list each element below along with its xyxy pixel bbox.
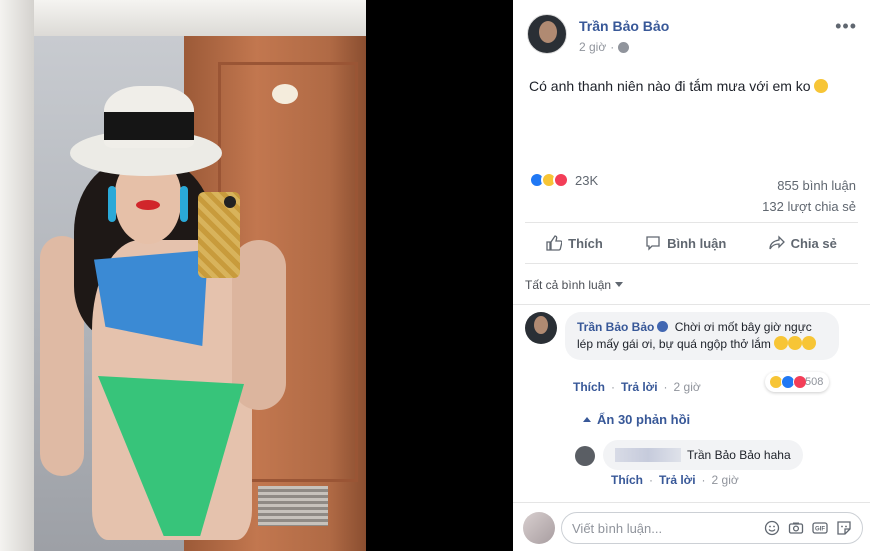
svg-text:GIF: GIF	[815, 527, 825, 533]
share-count[interactable]: 132 lượt chia sẻ	[762, 196, 856, 217]
comment-tools: GIF	[764, 520, 852, 536]
comment-actions: Thích · Trả lời · 2 giờ	[573, 380, 701, 394]
reply-actions: Thích · Trả lời · 2 giờ	[611, 473, 739, 487]
caret-down-icon	[615, 282, 624, 287]
photo-earring-right	[180, 186, 188, 222]
comment-reactions[interactable]: 508	[765, 372, 830, 392]
sticker-icon[interactable]	[836, 520, 852, 536]
comment-count[interactable]: 855 bình luận	[762, 175, 856, 196]
reply-text: Trần Bảo Bảo haha	[687, 448, 791, 462]
photo-lips	[136, 200, 160, 210]
more-icon[interactable]: •••	[835, 16, 857, 37]
divider	[513, 304, 870, 305]
comment-author[interactable]: Trần Bảo Bảo	[577, 320, 654, 334]
rofl-emoji-icon	[788, 336, 803, 350]
divider	[513, 502, 870, 503]
photo-viewer	[0, 0, 513, 551]
comment-sort-dropdown[interactable]: Tất cả bình luận	[525, 278, 624, 292]
comment-label: Bình luận	[667, 235, 727, 251]
current-user-avatar	[523, 512, 555, 544]
dot-separator: ·	[701, 473, 706, 487]
gif-icon[interactable]: GIF	[812, 520, 828, 536]
comment-reply-link[interactable]: Trả lời	[621, 380, 658, 394]
photo-phone-camera	[224, 196, 236, 208]
comment-button[interactable]: Bình luận	[645, 235, 726, 251]
photo-mirror-frame-left	[0, 0, 34, 551]
photo-earring-left	[108, 186, 116, 222]
share-button[interactable]: Chia sẻ	[768, 235, 837, 251]
author-name[interactable]: Trần Bảo Bảo	[579, 18, 669, 34]
dot-separator: ·	[663, 380, 668, 394]
post-actions: Thích Bình luận Chia sẻ	[525, 222, 858, 264]
reply-avatar[interactable]	[575, 446, 595, 466]
write-comment-input[interactable]: Viết bình luận... GIF	[561, 512, 863, 544]
emoji-icon[interactable]	[764, 520, 780, 536]
reply-reply-link[interactable]: Trả lời	[659, 473, 696, 487]
comment-avatar[interactable]	[525, 312, 557, 344]
post-header: Trần Bảo Bảo 2 giờ · •••	[527, 14, 857, 58]
author-avatar[interactable]	[527, 14, 567, 54]
share-label: Chia sẻ	[790, 235, 837, 251]
comment-time[interactable]: 2 giờ	[674, 380, 701, 394]
dot-separator: ·	[611, 380, 615, 394]
photo-hat-band	[104, 112, 194, 140]
reply-like-link[interactable]: Thích	[611, 473, 643, 487]
write-comment-placeholder: Viết bình luận...	[572, 520, 663, 536]
rofl-emoji-icon	[774, 336, 789, 350]
photo-vent	[258, 486, 328, 526]
reply-bubble: Trần Bảo Bảo haha	[603, 440, 803, 470]
camera-icon[interactable]	[788, 520, 804, 536]
grinning-emoji-icon	[814, 79, 829, 93]
comment-like-link[interactable]: Thích	[573, 380, 605, 394]
photo-mirror-frame-top	[0, 0, 366, 36]
post-time[interactable]: 2 giờ	[579, 40, 606, 54]
reaction-count: 23K	[575, 172, 599, 188]
like-button[interactable]: Thích	[546, 235, 603, 251]
comment-icon	[646, 236, 660, 251]
like-label: Thích	[568, 235, 603, 251]
comment-reaction-count: 508	[805, 376, 824, 388]
post-text: Có anh thanh niên nào đi tắm mưa với em …	[529, 76, 849, 96]
dot-separator: ·	[610, 40, 615, 54]
reply-time[interactable]: 2 giờ	[712, 473, 739, 487]
globe-icon	[618, 41, 630, 53]
reaction-summary[interactable]: 23K	[529, 172, 598, 188]
like-icon	[546, 235, 563, 251]
hide-replies-link[interactable]: Ẩn 30 phản hồi	[583, 412, 690, 427]
hide-replies-label: Ẩn 30 phản hồi	[597, 412, 691, 427]
rofl-emoji-icon	[802, 336, 817, 350]
blurred-name	[615, 448, 681, 462]
post-stats: 855 bình luận 132 lượt chia sẻ	[762, 175, 856, 217]
photo-lamp	[272, 84, 298, 104]
love-reaction-icon	[553, 172, 569, 188]
post-text-body: Có anh thanh niên nào đi tắm mưa với em …	[529, 78, 811, 94]
post-photo[interactable]	[0, 0, 366, 551]
post-panel: Trần Bảo Bảo 2 giờ · ••• Có anh thanh ni…	[513, 0, 870, 551]
comment-sort-label: Tất cả bình luận	[525, 278, 612, 292]
post-meta: 2 giờ ·	[579, 40, 630, 54]
caret-up-icon	[583, 417, 591, 422]
dot-separator: ·	[649, 473, 653, 487]
verified-icon	[657, 321, 669, 332]
comment-bubble: Trần Bảo Bảo Chời ơi mốt bây giờ ngực lé…	[565, 312, 839, 360]
share-icon	[768, 235, 785, 250]
